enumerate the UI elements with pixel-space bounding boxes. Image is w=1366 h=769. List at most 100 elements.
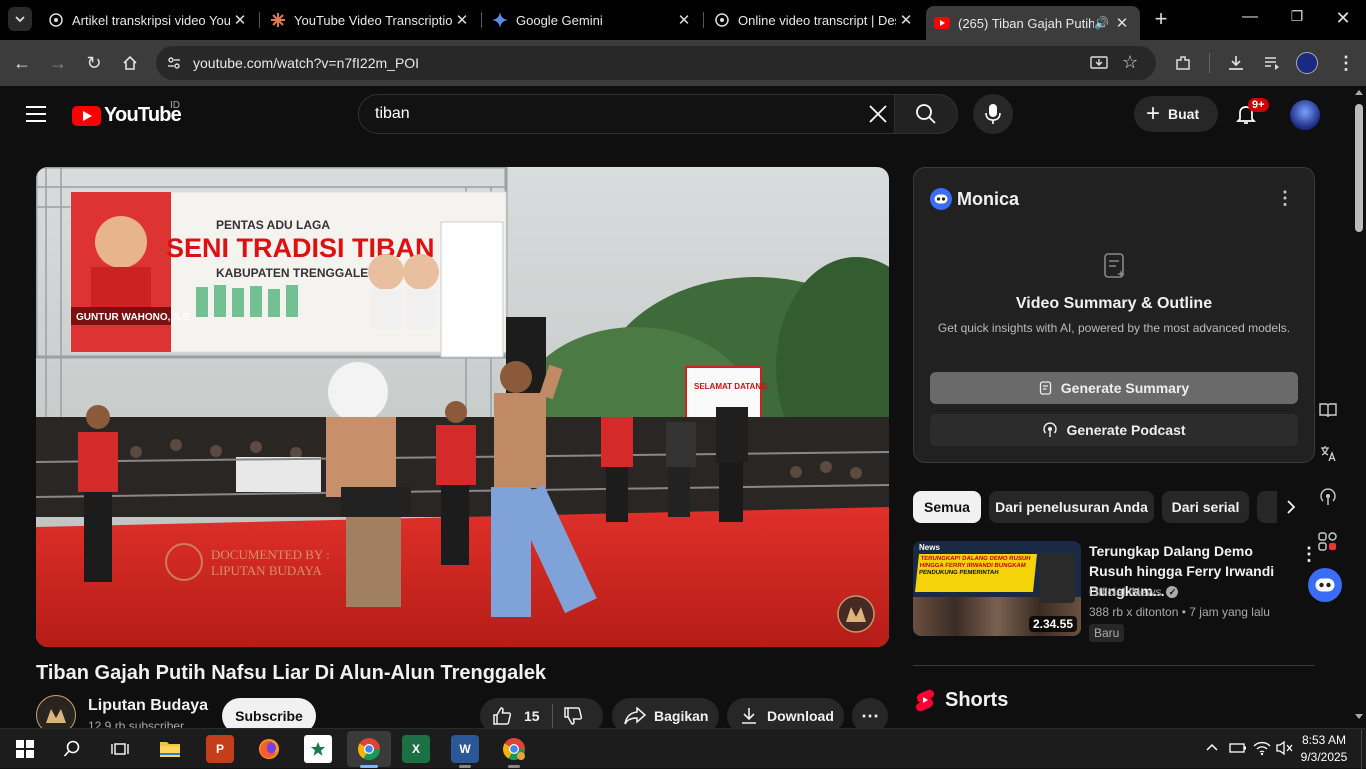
- monica-menu-icon[interactable]: ⋮: [1276, 188, 1294, 209]
- excel-app[interactable]: X: [402, 735, 430, 763]
- monica-launcher-button[interactable]: [1308, 568, 1342, 602]
- search-input[interactable]: tiban: [375, 105, 410, 123]
- apps-icon[interactable]: [1312, 526, 1344, 558]
- youtube-play-icon: [72, 105, 101, 126]
- tab-search-button[interactable]: [8, 7, 32, 31]
- download-icon[interactable]: [1224, 51, 1248, 75]
- dislike-button[interactable]: [563, 706, 583, 726]
- podcast-side-icon[interactable]: [1312, 481, 1344, 513]
- tab-youtube-active[interactable]: (265) Tiban Gajah Putih Nafsu 🔊 ✕: [926, 6, 1140, 40]
- windows-start-button[interactable]: [11, 735, 39, 763]
- clock-time[interactable]: 8:53 AM: [1298, 733, 1350, 747]
- chip-dari-penelusuran[interactable]: Dari penelusuran Anda: [989, 491, 1154, 523]
- video-duration: 2.34.55: [1028, 616, 1077, 632]
- firefox-app[interactable]: [255, 735, 283, 763]
- tab-yt-transcription[interactable]: YouTube Video Transcription ✕: [262, 4, 480, 36]
- watermark-line2: LIPUTAN BUDAYA: [211, 563, 322, 578]
- scrollbar-thumb[interactable]: [1355, 104, 1363, 232]
- thumb-headline-2: HINGGA FERRY IRWANDI BUNGKAM: [919, 563, 1027, 569]
- notifications-button[interactable]: 9+: [1234, 98, 1269, 128]
- restore-button[interactable]: ❐: [1287, 8, 1307, 28]
- task-view-button[interactable]: [106, 735, 134, 763]
- back-button[interactable]: ←: [10, 51, 34, 75]
- plus-icon: +: [1146, 100, 1161, 127]
- chevron-right-icon: [1287, 500, 1296, 514]
- media-control-icon[interactable]: [1260, 51, 1284, 75]
- forward-button[interactable]: →: [46, 51, 70, 75]
- generate-podcast-button[interactable]: Generate Podcast: [930, 414, 1298, 446]
- page-scrollbar-track[interactable]: [1352, 86, 1366, 728]
- scroll-down-arrow[interactable]: [1355, 714, 1363, 719]
- close-icon[interactable]: ✕: [674, 11, 694, 29]
- generate-summary-button[interactable]: Generate Summary: [930, 372, 1298, 404]
- create-button[interactable]: + Buat: [1134, 96, 1218, 132]
- banner-name-text: GUNTUR WAHONO, S.E: [76, 312, 190, 323]
- account-avatar[interactable]: [1290, 100, 1320, 130]
- tab-gemini[interactable]: Google Gemini ✕: [484, 4, 702, 36]
- search-box[interactable]: tiban: [358, 94, 895, 134]
- video-player[interactable]: PENTAS ADU LAGA SENI TRADISI TIBAN KABUP…: [36, 167, 889, 647]
- chip-semua[interactable]: Semua: [913, 491, 981, 523]
- browser-tab-bar: Artikel transkripsi video YouTube ✕ YouT…: [0, 0, 1366, 40]
- taskbar-search-button[interactable]: [58, 735, 86, 763]
- reader-mode-icon[interactable]: [1312, 394, 1344, 426]
- bookmark-star-icon[interactable]: ☆: [1122, 52, 1138, 73]
- monica-panel: Monica ⋮ Video Summary & Outline Get qui…: [913, 167, 1315, 463]
- channel-name[interactable]: Liputan Budaya: [88, 697, 208, 715]
- speaker-icon[interactable]: 🔊: [1094, 16, 1112, 30]
- youtube-logo[interactable]: YouTube: [72, 104, 182, 127]
- more-menu-icon[interactable]: ⋮: [1334, 51, 1358, 75]
- chip-dari-serial[interactable]: Dari serial: [1162, 491, 1249, 523]
- close-icon[interactable]: ✕: [452, 11, 472, 29]
- generate-podcast-label: Generate Podcast: [1066, 422, 1186, 438]
- powerpoint-app[interactable]: P: [206, 735, 234, 763]
- hamburger-menu-icon[interactable]: [26, 106, 46, 122]
- site-info-icon[interactable]: [166, 55, 182, 71]
- recommended-thumbnail[interactable]: News TERUNGKAP! DALANG DEMO RUSUH HINGGA…: [913, 541, 1081, 636]
- like-button[interactable]: 15: [480, 706, 540, 726]
- scroll-up-arrow[interactable]: [1355, 90, 1363, 95]
- show-desktop-button[interactable]: [1361, 729, 1366, 769]
- translate-icon[interactable]: [1312, 437, 1344, 469]
- star-icon: [311, 742, 325, 756]
- profile-avatar[interactable]: [1296, 52, 1318, 74]
- close-icon[interactable]: ✕: [896, 11, 916, 29]
- wifi-icon[interactable]: [1253, 740, 1271, 756]
- close-icon[interactable]: ✕: [1112, 14, 1132, 32]
- reload-button[interactable]: ↻: [82, 51, 106, 75]
- monica-heading: Video Summary & Outline: [1015, 295, 1213, 312]
- extensions-icon[interactable]: [1171, 51, 1195, 75]
- close-window-button[interactable]: ✕: [1333, 8, 1353, 28]
- chips-next-arrow[interactable]: [1277, 491, 1305, 523]
- omnibox[interactable]: youtube.com/watch?v=n7fI22m_POI ☆: [156, 46, 1156, 80]
- thumb-news-tag: News: [919, 543, 940, 552]
- chrome-profile-app[interactable]: [500, 735, 528, 763]
- word-app[interactable]: W: [451, 735, 479, 763]
- minimize-button[interactable]: —: [1240, 8, 1260, 28]
- home-button[interactable]: [118, 51, 142, 75]
- close-icon[interactable]: ✕: [230, 11, 250, 29]
- firefox-icon: [259, 739, 279, 759]
- thumb-headline-1: TERUNGKAP! DALANG DEMO RUSUH: [920, 556, 1031, 562]
- volume-muted-icon[interactable]: [1276, 740, 1294, 756]
- pinned-app-star[interactable]: [304, 735, 332, 763]
- show-hidden-icons[interactable]: [1205, 741, 1219, 755]
- search-button[interactable]: [894, 94, 958, 134]
- openai-icon: [714, 12, 730, 28]
- battery-icon[interactable]: [1229, 741, 1247, 755]
- search-icon: [916, 104, 936, 124]
- clear-search-icon[interactable]: [867, 103, 889, 125]
- new-tab-button[interactable]: +: [1150, 8, 1172, 30]
- verified-icon: ✓: [1166, 586, 1179, 598]
- recommended-channel[interactable]: Official iNews: [1089, 585, 1161, 599]
- file-explorer-app[interactable]: [156, 735, 184, 763]
- voice-search-button[interactable]: [973, 94, 1013, 134]
- tab-artikel[interactable]: Artikel transkripsi video YouTube ✕: [40, 4, 258, 36]
- claude-icon: [270, 12, 286, 28]
- podcast-icon: [1043, 422, 1058, 437]
- install-app-icon[interactable]: [1090, 54, 1108, 72]
- clock-date[interactable]: 9/3/2025: [1298, 750, 1350, 764]
- folder-icon: [160, 742, 180, 757]
- chrome-app-active[interactable]: [355, 735, 383, 763]
- tab-online-transcript[interactable]: Online video transcript | Des ✕: [706, 4, 924, 36]
